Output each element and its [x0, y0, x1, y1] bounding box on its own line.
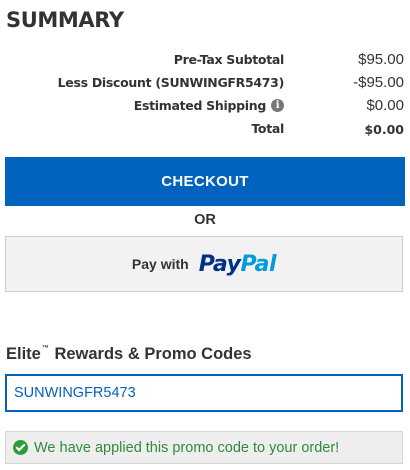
totals-table: Pre-Tax Subtotal $95.00 Less Discount (S… [0, 50, 410, 142]
summary-title: SUMMARY [6, 8, 124, 32]
paypal-logo-pal: Pal [240, 251, 277, 277]
discount-row: Less Discount (SUNWINGFR5473) -$95.00 [0, 73, 410, 96]
total-label: Total [251, 121, 284, 136]
subtotal-label: Pre-Tax Subtotal [173, 52, 285, 67]
shipping-label-group: Estimated Shipping i [134, 98, 284, 113]
promo-heading-rest: Rewards & Promo Codes [54, 345, 252, 363]
discount-value: -$95.00 [353, 74, 404, 91]
checkout-button[interactable]: CHECKOUT [5, 157, 405, 206]
paypal-logo-pay: Pay [198, 251, 241, 277]
order-summary-panel: SUMMARY Pre-Tax Subtotal $95.00 Less Dis… [0, 0, 410, 470]
paypal-button[interactable]: Pay with PayPal [5, 236, 403, 292]
promo-heading-brand: Elite [6, 345, 41, 363]
promo-success-text: We have applied this promo code to your … [34, 439, 340, 456]
total-value: $0.00 [364, 122, 404, 137]
check-circle-icon [13, 440, 28, 455]
total-row: Total $0.00 [0, 119, 410, 142]
subtotal-value: $95.00 [358, 51, 404, 68]
info-icon[interactable]: i [271, 99, 284, 112]
discount-label: Less Discount (SUNWINGFR5473) [57, 75, 285, 90]
paypal-prefix: Pay with [131, 256, 189, 272]
shipping-label: Estimated Shipping [133, 98, 267, 113]
paypal-logo: PayPal [198, 251, 277, 277]
shipping-value: $0.00 [366, 97, 404, 114]
promo-success-message: We have applied this promo code to your … [5, 431, 403, 464]
or-divider: OR [194, 212, 216, 228]
promo-heading: Elite™ Rewards & Promo Codes [6, 345, 252, 364]
trademark-mark: ™ [41, 345, 49, 352]
shipping-row: Estimated Shipping i $0.00 [0, 96, 410, 119]
promo-code-input[interactable] [5, 374, 403, 412]
subtotal-row: Pre-Tax Subtotal $95.00 [0, 50, 410, 73]
